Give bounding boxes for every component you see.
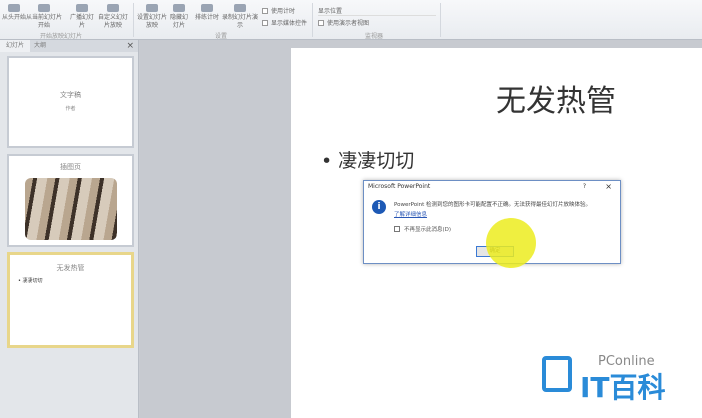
- slide-title[interactable]: 无发热管: [496, 76, 616, 120]
- group-label-monitors: 监视器: [365, 33, 384, 40]
- slide-thumbnail-1[interactable]: 文字稿 作者: [7, 56, 134, 148]
- record-button[interactable]: 录制幻灯片演示: [222, 4, 258, 30]
- slides-panel: 幻灯片 大纲 × 文字稿 作者 插图页 无发热管 • 凄凄切切: [0, 40, 139, 418]
- thumb-bullet: • 凄凄切切: [18, 278, 43, 284]
- slide-thumbnail-3[interactable]: 无发热管 • 凄凄切切: [7, 252, 134, 348]
- custom-show-icon: [107, 4, 119, 12]
- watermark-name: IT百科: [580, 371, 666, 404]
- hide-icon: [173, 4, 185, 12]
- setup-show-button[interactable]: 设置幻灯片放映: [136, 4, 168, 30]
- slide-bullet[interactable]: • 凄凄切切: [321, 146, 414, 173]
- play-icon: [8, 4, 20, 12]
- group-label-start: 开始放映幻灯片: [40, 33, 83, 40]
- from-beginning-button[interactable]: 从头开始: [2, 4, 26, 22]
- learn-more-link[interactable]: 了解详细信息: [394, 210, 427, 218]
- use-timings-checkbox[interactable]: 使用计时: [262, 6, 295, 15]
- thumb-title: 文字稿: [60, 91, 81, 99]
- thumb-title: 无发热管: [56, 264, 85, 272]
- group-label-setup: 设置: [215, 33, 228, 40]
- divider: [133, 3, 134, 37]
- setup-icon: [146, 4, 158, 12]
- thumb-title: 插图页: [60, 163, 81, 171]
- close-icon[interactable]: ×: [126, 40, 134, 52]
- divider: [440, 3, 441, 37]
- dont-show-again-checkbox[interactable]: 不再显示此消息(D): [394, 225, 451, 233]
- from-current-button[interactable]: 从当前幻灯片开始: [26, 4, 62, 30]
- dialog-close-button[interactable]: ×: [605, 181, 612, 193]
- dialog-titlebar: Microsoft PowerPoint ? ×: [364, 181, 620, 193]
- broadcast-button[interactable]: 广播幻灯片: [70, 4, 94, 30]
- help-button[interactable]: ?: [583, 181, 586, 193]
- record-icon: [234, 4, 246, 12]
- tab-outline[interactable]: 大纲: [28, 40, 52, 52]
- broadcast-icon: [76, 4, 88, 12]
- show-media-controls-checkbox[interactable]: 显示媒体控件: [262, 18, 307, 27]
- play-icon: [38, 4, 50, 12]
- clock-icon: [201, 4, 213, 12]
- ribbon: 从头开始 从当前幻灯片开始 广播幻灯片 自定义幻灯片放映 开始放映幻灯片 设置幻…: [0, 0, 702, 40]
- pconline-logo-icon: [542, 356, 572, 392]
- thumb-subtitle: 作者: [65, 106, 76, 112]
- rehearse-button[interactable]: 排练计时: [194, 4, 220, 22]
- custom-show-button[interactable]: 自定义幻灯片放映: [96, 4, 130, 30]
- divider: [312, 3, 313, 37]
- dialog-message: PowerPoint 检测到您的图形卡可能配置不正确。无法获得最佳幻灯片放映体验…: [394, 202, 592, 208]
- cursor-highlight: [486, 218, 536, 268]
- info-icon: i: [372, 200, 386, 214]
- building-image: [24, 178, 117, 240]
- hide-slide-button[interactable]: 隐藏幻灯片: [168, 4, 190, 30]
- tab-slides[interactable]: 幻灯片: [0, 40, 31, 52]
- presenter-view-checkbox[interactable]: 使用演示者视图: [318, 18, 369, 27]
- show-on-select[interactable]: 显示位置: [318, 6, 436, 16]
- dialog-title: Microsoft PowerPoint: [368, 183, 431, 190]
- panel-tabs: 幻灯片 大纲 ×: [0, 40, 138, 52]
- slide-thumbnail-2[interactable]: 插图页: [7, 154, 134, 247]
